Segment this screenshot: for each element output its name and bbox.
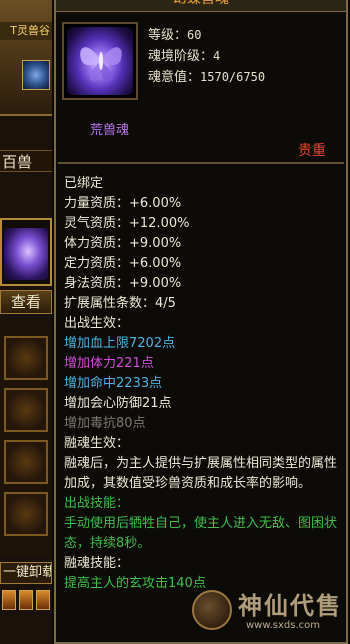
- butterfly-icon: [4, 228, 48, 280]
- item-icon[interactable]: [2, 590, 16, 610]
- equip-slot[interactable]: [4, 492, 48, 536]
- panel-header-art: T灵兽谷: [0, 0, 52, 116]
- stat-label: 等级：: [148, 28, 188, 43]
- watermark-url: www.sxds.com: [246, 620, 321, 631]
- aptitude-line: 定力资质：+6.00%: [64, 256, 182, 271]
- aptitude-line: 灵气资质：+12.00%: [64, 216, 190, 231]
- divider: [58, 162, 344, 164]
- fusion-effect-title: 融魂生效：: [64, 436, 130, 451]
- stat-value: 1570/6750: [200, 70, 266, 84]
- watermark-text: 神仙代售: [238, 591, 342, 620]
- background-pet-panel: T灵兽谷 百兽 查看 一键卸载: [0, 0, 52, 644]
- item-name: 幻蝶兽魂: [56, 0, 346, 8]
- soul-rank-row: 魂境阶级：4: [148, 45, 265, 66]
- equip-slot[interactable]: [4, 388, 48, 432]
- stat-label: 魂意值：: [148, 70, 201, 85]
- battle-effect-line: 增加会心防御21点: [64, 396, 172, 411]
- watermark: 神仙代售 www.sxds.com: [192, 584, 350, 640]
- aptitude-line: 力量资质：+6.00%: [64, 196, 182, 211]
- tooltip-titlebar: 幻蝶兽魂: [56, 0, 346, 12]
- battle-skill-title: 出战技能：: [64, 496, 130, 511]
- view-button[interactable]: 查看: [0, 290, 52, 314]
- stat-value: 60: [187, 28, 202, 42]
- tooltip-header: 等级：60 魂境阶级：4 魂意值：1570/6750: [56, 12, 346, 112]
- equipment-slots: [0, 330, 52, 555]
- category-label: 百兽: [0, 150, 52, 172]
- rarity-badge: 贵重: [298, 143, 326, 159]
- bind-status: 已绑定: [64, 176, 104, 191]
- battle-effect-line: 增加毒抗80点: [64, 416, 146, 431]
- item-type: 荒兽魂: [90, 123, 130, 138]
- pet-soul-slot[interactable]: [0, 218, 52, 286]
- equip-slot[interactable]: [4, 440, 48, 484]
- tooltip-body: 已绑定 力量资质：+6.00% 灵气资质：+12.00% 体力资质：+9.00%…: [64, 174, 342, 594]
- extended-attr-count: 扩展属性条数：4/5: [64, 296, 176, 311]
- stat-label: 魂境阶级：: [148, 49, 214, 64]
- soul-intent-row: 魂意值：1570/6750: [148, 66, 265, 87]
- battle-effect-title: 出战生效：: [64, 316, 130, 331]
- item-icon[interactable]: [19, 590, 33, 610]
- item-icon[interactable]: [36, 590, 50, 610]
- equip-slot[interactable]: [4, 336, 48, 380]
- aptitude-line: 体力资质：+9.00%: [64, 236, 182, 251]
- battle-effect-line: 增加血上限7202点: [64, 336, 176, 351]
- butterfly-icon: [67, 27, 133, 95]
- item-icon-frame: [62, 22, 138, 100]
- bottom-icon-bar: [0, 590, 52, 614]
- mascot-icon: [192, 590, 232, 630]
- battle-effect-line: 增加命中2233点: [64, 376, 163, 391]
- item-tooltip: 幻蝶兽魂 等级：60 魂境阶级：4 魂意值：1570/6750: [54, 0, 348, 644]
- stat-value: 4: [213, 49, 221, 63]
- panel-title: T灵兽谷: [0, 22, 52, 40]
- battle-skill-desc: 手动使用后牺牲自己，使主人进入无敌、图困状态，持续8秒。: [64, 516, 338, 551]
- aptitude-line: 身法资质：+9.00%: [64, 276, 182, 291]
- battle-effect-line: 增加体力221点: [64, 356, 154, 371]
- skill-icon[interactable]: [22, 60, 50, 90]
- item-stats: 等级：60 魂境阶级：4 魂意值：1570/6750: [148, 24, 265, 87]
- fusion-effect-desc: 融魂后，为主人提供与扩展属性相同类型的属性加成，其数值受珍兽资质和成长率的影响。: [64, 456, 338, 491]
- one-key-unload-button[interactable]: 一键卸载: [0, 562, 52, 584]
- level-row: 等级：60: [148, 24, 265, 45]
- fusion-skill-title: 融魂技能：: [64, 556, 130, 571]
